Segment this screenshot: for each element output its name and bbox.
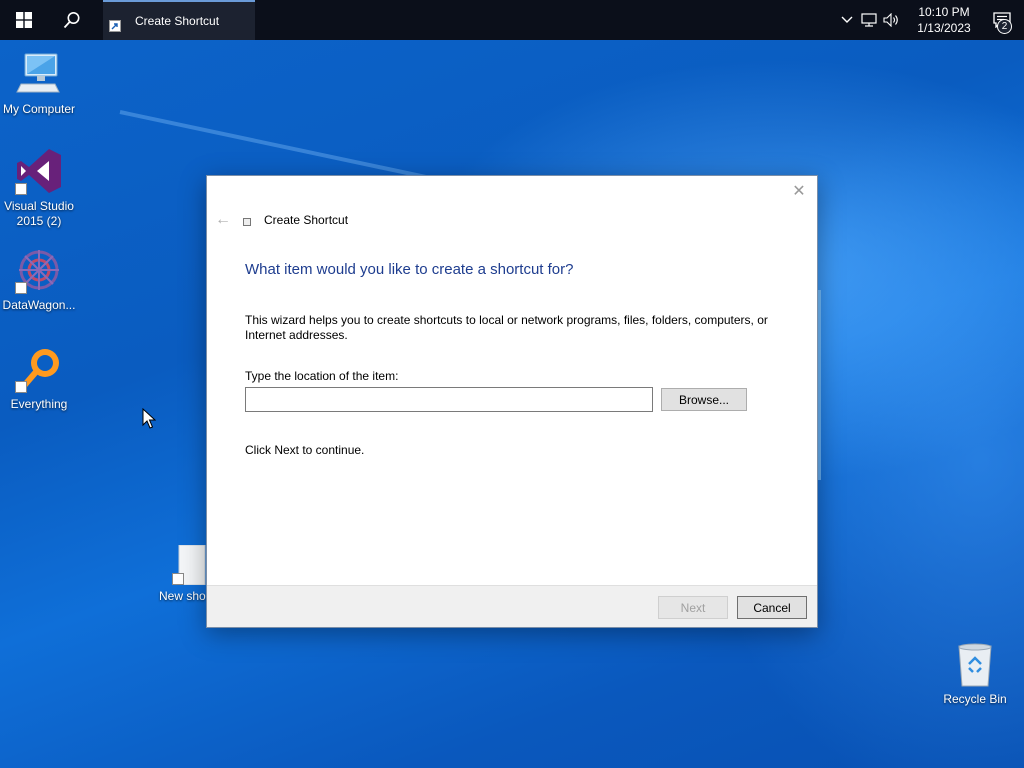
chevron-up-icon: [841, 16, 853, 23]
back-arrow-icon: ←: [215, 211, 231, 228]
desktop-icon-label: DataWagon...: [2, 298, 76, 312]
shortcut-arrow-icon: [172, 573, 184, 585]
cancel-button[interactable]: Cancel: [737, 596, 807, 619]
back-button[interactable]: ←: [213, 210, 233, 230]
clock[interactable]: 10:10 PM 1/13/2023: [908, 4, 980, 36]
clock-date: 1/13/2023: [917, 21, 971, 35]
browse-button[interactable]: Browse...: [661, 388, 747, 411]
shortcut-arrow-icon: [15, 381, 27, 393]
dialog-description: This wizard helps you to create shortcut…: [245, 313, 768, 342]
speaker-icon: [883, 13, 898, 27]
action-center-button[interactable]: 2: [980, 0, 1024, 40]
shortcut-arrow-icon: [15, 282, 27, 294]
notification-badge: 2: [997, 19, 1012, 34]
volume-button[interactable]: [880, 0, 902, 40]
desktop-icon-datawagon[interactable]: DataWagon...: [1, 246, 77, 313]
recycle-bin-icon: [951, 640, 999, 688]
location-input[interactable]: [245, 387, 653, 412]
dialog-heading: What item would you like to create a sho…: [245, 261, 574, 278]
search-icon: [63, 12, 80, 29]
clock-time: 10:10 PM: [918, 5, 970, 19]
network-button[interactable]: [858, 0, 880, 40]
desktop-icon-my-computer[interactable]: My Computer: [1, 50, 77, 117]
show-hidden-icons-button[interactable]: [836, 0, 858, 40]
desktop-icon-label: My Computer: [2, 102, 76, 116]
system-tray: 10:10 PM 1/13/2023 2: [836, 0, 1024, 40]
everything-search-icon: [15, 345, 63, 393]
windows-logo-icon: [16, 12, 32, 28]
desktop-icon-label: Visual Studio 2015 (2): [4, 199, 74, 228]
shortcut-wizard-icon: [243, 218, 251, 226]
shortcut-arrow-icon: [15, 183, 27, 195]
create-shortcut-dialog: ✕ ← Create Shortcut What item would you …: [206, 175, 818, 628]
taskbar-item-label: Create Shortcut: [135, 14, 220, 28]
close-icon: ✕: [792, 183, 806, 200]
continue-instruction: Click Next to continue.: [245, 443, 365, 457]
computer-icon: [15, 50, 63, 98]
background-window-edge: [818, 290, 821, 480]
taskbar-item-create-shortcut[interactable]: Create Shortcut: [103, 0, 255, 40]
desktop-icon-everything[interactable]: Everything: [1, 345, 77, 412]
visual-studio-icon: [15, 147, 63, 195]
mouse-cursor-icon: [142, 408, 156, 429]
location-label: Type the location of the item:: [245, 369, 399, 383]
next-button[interactable]: Next: [658, 596, 728, 619]
desktop-icon-visual-studio[interactable]: Visual Studio 2015 (2): [1, 147, 77, 229]
blank-file-icon: [170, 544, 206, 586]
desktop-icon-label: Recycle Bin: [943, 692, 1007, 706]
close-button[interactable]: ✕: [787, 180, 811, 202]
dialog-title: Create Shortcut: [264, 213, 349, 227]
shortcut-app-icon: [109, 20, 121, 32]
start-button[interactable]: [0, 0, 48, 40]
network-icon: [861, 13, 877, 27]
taskbar: Create Shortcut 10:10 PM 1/13/2023 2: [0, 0, 1024, 40]
search-button[interactable]: [48, 0, 96, 40]
desktop-icon-label: Everything: [10, 397, 68, 411]
dialog-footer: Next Cancel: [207, 585, 817, 627]
desktop-icon-recycle-bin[interactable]: Recycle Bin: [937, 640, 1013, 707]
datawagon-icon: [15, 246, 63, 294]
